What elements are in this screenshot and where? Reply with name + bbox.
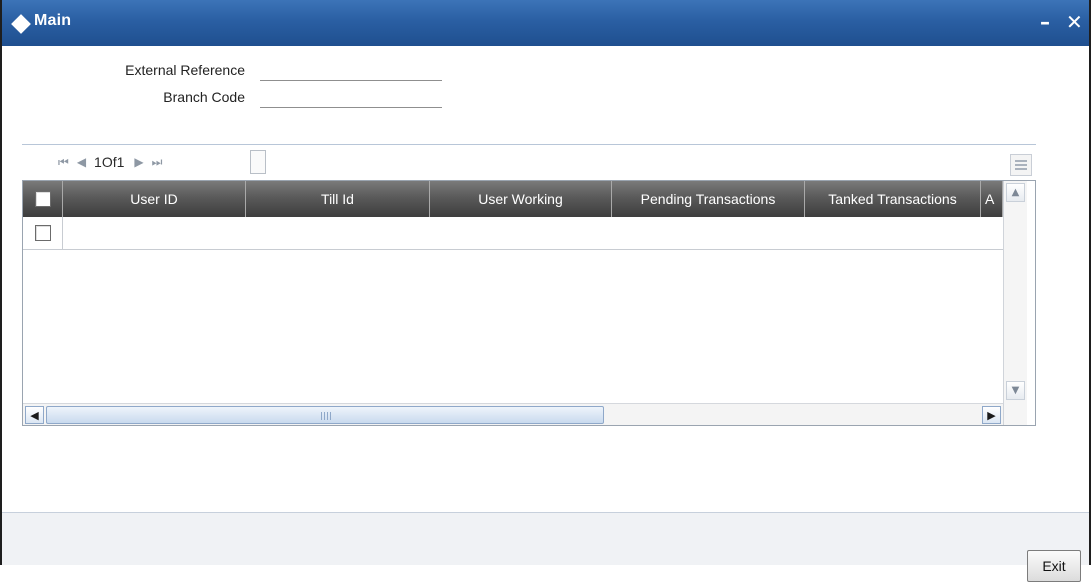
vertical-scrollbar[interactable]: ▲ ▼	[1003, 181, 1027, 425]
external-reference-label: External Reference	[125, 62, 245, 78]
column-header-partial[interactable]: A	[981, 181, 1003, 217]
transactions-grid: ⏮ ◀ 1Of1 ▶ ⏭ User ID Till Id User Workin…	[22, 144, 1036, 426]
close-button[interactable]: ✕	[1066, 8, 1083, 36]
scroll-left-icon[interactable]: ◀	[25, 406, 44, 424]
horizontal-scroll-thumb[interactable]	[46, 406, 604, 424]
column-header-tanked-transactions[interactable]: Tanked Transactions	[805, 181, 981, 217]
diamond-icon	[11, 14, 31, 34]
scroll-grip-icon	[321, 412, 331, 420]
column-header-user-id[interactable]: User ID	[63, 181, 246, 217]
scroll-up-icon[interactable]: ▲	[1006, 183, 1025, 202]
main-window: Main – ✕ External Reference Branch Code …	[0, 0, 1091, 582]
last-page-button[interactable]: ⏭	[152, 155, 163, 170]
row-checkbox[interactable]	[34, 225, 51, 241]
scroll-down-icon[interactable]: ▼	[1006, 381, 1025, 400]
exit-button[interactable]: Exit	[1027, 550, 1081, 582]
list-settings-icon[interactable]	[1010, 154, 1032, 176]
column-header-user-working[interactable]: User Working	[430, 181, 612, 217]
select-all-checkbox[interactable]	[34, 191, 51, 207]
data-table: User ID Till Id User Working Pending Tra…	[22, 180, 1036, 426]
select-all-cell	[23, 181, 63, 217]
page-indicator: 1Of1	[94, 154, 125, 170]
window-title: Main	[34, 12, 72, 29]
next-page-button[interactable]: ▶	[134, 155, 143, 169]
previous-page-button[interactable]: ◀	[77, 155, 86, 169]
column-header-pending-transactions[interactable]: Pending Transactions	[612, 181, 805, 217]
column-header-till-id[interactable]: Till Id	[246, 181, 430, 217]
scroll-right-icon[interactable]: ▶	[982, 406, 1001, 424]
grid-divider	[22, 144, 1036, 145]
footer-bar: Exit	[2, 513, 1089, 582]
pager: ⏮ ◀ 1Of1 ▶ ⏭	[58, 150, 170, 174]
branch-code-input[interactable]	[260, 86, 442, 108]
first-page-button[interactable]: ⏮	[58, 155, 69, 170]
table-row[interactable]	[23, 217, 1003, 250]
external-reference-input[interactable]	[260, 59, 442, 81]
page-number-input[interactable]	[250, 150, 266, 174]
horizontal-scrollbar[interactable]: ◀ ▶	[23, 403, 1003, 425]
row-select-cell	[23, 217, 63, 249]
title-bar[interactable]: Main – ✕	[2, 0, 1089, 46]
minimize-button[interactable]: –	[1040, 8, 1050, 36]
branch-code-label: Branch Code	[163, 89, 245, 105]
table-header: User ID Till Id User Working Pending Tra…	[23, 181, 1003, 217]
